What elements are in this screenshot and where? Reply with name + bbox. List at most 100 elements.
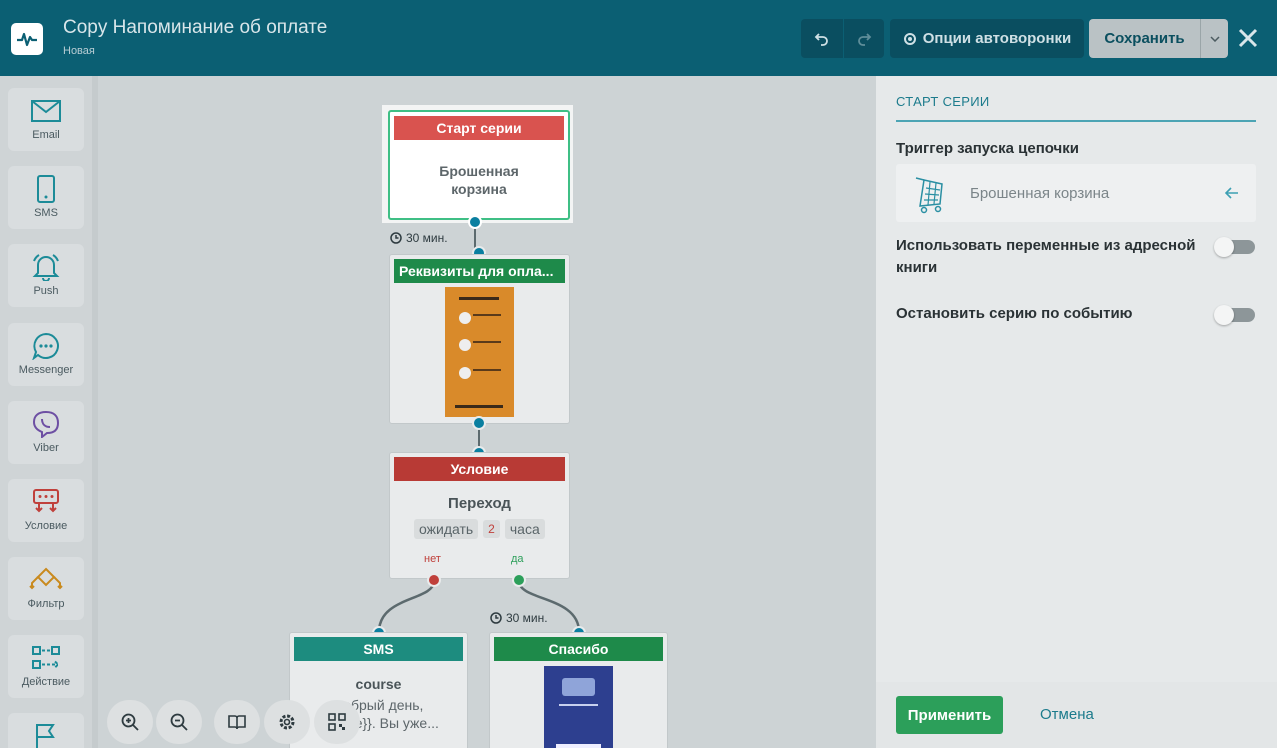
clock-icon xyxy=(490,612,502,624)
tool-push-label: Push xyxy=(33,285,59,297)
panel-divider xyxy=(896,120,1256,122)
phone-icon xyxy=(37,175,55,203)
tool-condition[interactable]: Условие xyxy=(8,479,84,542)
app-header: Copy Напоминание об оплате Новая Опции а… xyxy=(0,0,1277,76)
tool-sms-label: SMS xyxy=(34,207,58,219)
tool-email-label: Email xyxy=(32,129,60,141)
email-node-header: Реквизиты для опла... xyxy=(394,259,565,283)
zoom-out-button[interactable] xyxy=(156,700,202,744)
trigger-selector[interactable]: Брошенная корзина xyxy=(896,164,1256,222)
action-icon xyxy=(32,646,60,669)
zoom-in-button[interactable] xyxy=(107,700,153,744)
delay-text-2: 30 мин. xyxy=(506,611,548,625)
tool-viber-label: Viber xyxy=(33,442,59,454)
status-label: Новая xyxy=(63,45,95,57)
filter-icon xyxy=(29,567,63,590)
tool-messenger[interactable]: Messenger xyxy=(8,323,84,386)
thanks-thumbnail xyxy=(544,666,613,748)
condition-node[interactable]: Условие Переход ожидать 2 часа нет да xyxy=(389,452,570,579)
cart-icon xyxy=(915,177,943,214)
condition-icon xyxy=(33,489,59,513)
delay-label-1: 30 мин. xyxy=(390,231,448,245)
wait-value: 2 xyxy=(483,520,500,538)
start-node[interactable]: Старт серии Брошенная корзина xyxy=(388,110,570,220)
tool-sms[interactable]: SMS xyxy=(8,166,84,229)
save-button[interactable]: Сохранить xyxy=(1089,19,1200,58)
chevron-down-icon xyxy=(1209,35,1220,42)
undo-icon xyxy=(814,32,828,46)
thanks-node[interactable]: Спасибо xyxy=(489,632,668,748)
zoom-out-icon xyxy=(170,713,188,731)
qr-icon xyxy=(328,713,346,731)
wait-unit: часа xyxy=(504,519,545,539)
stop-on-event-toggle[interactable] xyxy=(1214,305,1255,325)
bell-icon xyxy=(32,254,60,281)
undo-button[interactable] xyxy=(801,19,843,58)
tool-condition-label: Условие xyxy=(24,520,68,532)
panel-footer: Применить Отмена xyxy=(876,682,1277,748)
book-icon xyxy=(228,715,246,730)
settings-button[interactable] xyxy=(264,700,310,744)
viber-icon xyxy=(32,410,60,438)
branch-yes-label: да xyxy=(511,553,524,565)
email-thumbnail xyxy=(445,287,514,417)
qr-button[interactable] xyxy=(314,700,360,744)
tool-messenger-label: Messenger xyxy=(18,364,74,376)
branch-yes-dot[interactable] xyxy=(512,573,526,587)
branch-no-label: нет xyxy=(424,553,441,565)
panel-section-title: СТАРТ СЕРИИ xyxy=(896,94,990,109)
zoom-in-icon xyxy=(121,713,139,731)
stop-on-event-label: Остановить серию по событию xyxy=(896,305,1133,322)
redo-button[interactable] xyxy=(843,19,884,58)
page-title: Copy Напоминание об оплате xyxy=(63,17,328,38)
arrow-left-icon[interactable] xyxy=(1225,187,1239,199)
branch-no-dot[interactable] xyxy=(427,573,441,587)
sms-title: course xyxy=(355,676,402,692)
trigger-value: Брошенная корзина xyxy=(970,185,1110,202)
email-icon xyxy=(31,100,61,122)
cancel-button[interactable]: Отмена xyxy=(1040,706,1094,723)
use-address-book-vars-label: Использовать переменные из адресной книг… xyxy=(896,237,1196,276)
settings-panel: СТАРТ СЕРИИ Триггер запуска цепочки Брош… xyxy=(876,76,1277,748)
close-icon[interactable] xyxy=(1236,26,1260,50)
use-address-book-vars-toggle[interactable] xyxy=(1214,237,1255,257)
sms-node-header: SMS xyxy=(294,637,463,661)
tool-push[interactable]: Push xyxy=(8,244,84,307)
redo-icon xyxy=(858,32,872,46)
funnel-options-button[interactable]: Опции автоворонки xyxy=(890,19,1084,58)
flag-icon xyxy=(36,723,55,748)
toggle-knob xyxy=(1214,237,1234,257)
save-dropdown-button[interactable] xyxy=(1200,19,1228,58)
condition-wait: ожидать 2 часа xyxy=(414,519,545,539)
tool-viber[interactable]: Viber xyxy=(8,401,84,464)
trigger-label: Триггер запуска цепочки xyxy=(896,140,1079,157)
condition-node-header: Условие xyxy=(394,457,565,481)
tool-action-label: Действие xyxy=(21,676,71,688)
start-node-header: Старт серии xyxy=(394,116,564,140)
delay-text-1: 30 мин. xyxy=(406,231,448,245)
toggle-knob xyxy=(1214,305,1234,325)
tool-filter[interactable]: Фильтр xyxy=(8,557,84,620)
start-node-body: Брошенная корзина xyxy=(439,163,519,197)
app-logo[interactable] xyxy=(11,23,43,55)
tool-email[interactable]: Email xyxy=(8,88,84,151)
docs-button[interactable] xyxy=(214,700,260,744)
funnel-options-label: Опции автоворонки xyxy=(922,30,1072,47)
thanks-node-header: Спасибо xyxy=(494,637,663,661)
email-output-dot[interactable] xyxy=(472,416,486,430)
clock-icon xyxy=(390,232,402,244)
condition-title: Переход xyxy=(448,495,511,512)
delay-label-2: 30 мин. xyxy=(490,611,548,625)
wait-label: ожидать xyxy=(414,519,479,539)
tool-flag[interactable] xyxy=(8,713,84,748)
gear-icon xyxy=(279,714,295,730)
chat-icon xyxy=(32,332,59,360)
tool-filter-label: Фильтр xyxy=(27,598,65,610)
start-output-dot[interactable] xyxy=(468,215,482,229)
email-node[interactable]: Реквизиты для опла... xyxy=(389,254,570,424)
apply-button[interactable]: Применить xyxy=(896,696,1003,734)
pulse-icon xyxy=(17,32,37,47)
gear-icon xyxy=(903,32,916,45)
tool-action[interactable]: Действие xyxy=(8,635,84,698)
workflow-canvas[interactable]: Старт серии Брошенная корзина 30 мин. Ре… xyxy=(98,76,876,748)
